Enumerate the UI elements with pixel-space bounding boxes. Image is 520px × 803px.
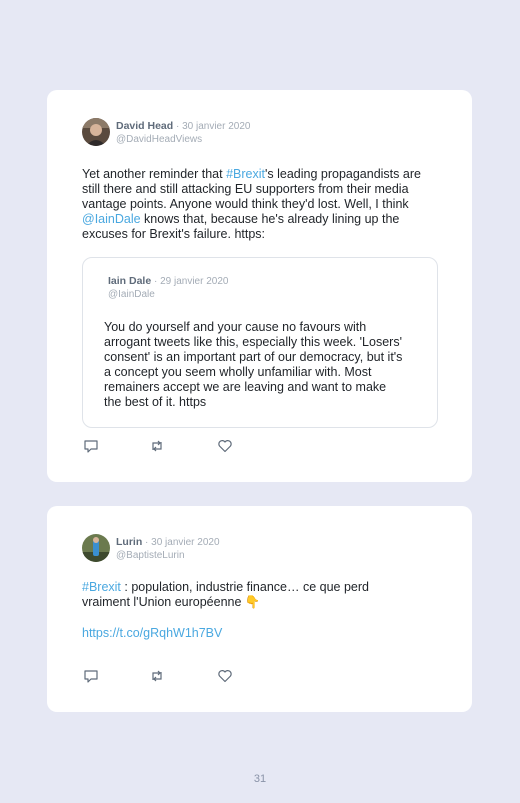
page-number: 31: [253, 773, 267, 785]
quoted-text: You do yourself and your cause no favour…: [104, 320, 403, 409]
avatar[interactable]: [82, 118, 110, 146]
retweet-icon[interactable]: [149, 438, 165, 454]
reply-icon[interactable]: [83, 438, 99, 454]
url-link[interactable]: https://t.co/gRqhW1h7BV: [82, 626, 222, 640]
author-name[interactable]: David Head: [116, 120, 173, 132]
quoted-header: Iain Dale · 29 janvier 2020 @IainDale: [108, 275, 228, 301]
hashtag-link[interactable]: #Brexit: [82, 580, 121, 594]
like-icon[interactable]: [217, 668, 233, 684]
tweet-date: · 30 janvier 2020: [175, 121, 251, 132]
tweet-actions: [83, 438, 243, 454]
tweet-actions: [83, 668, 243, 684]
hashtag-link[interactable]: #Brexit: [226, 167, 265, 181]
like-icon[interactable]: [217, 438, 233, 454]
quoted-author-name[interactable]: Iain Dale: [108, 275, 151, 287]
quoted-tweet[interactable]: Iain Dale · 29 janvier 2020 @IainDale Yo…: [82, 257, 438, 428]
quoted-date: · 29 janvier 2020: [153, 276, 229, 287]
tweet-date: · 30 janvier 2020: [145, 537, 220, 548]
author-name[interactable]: Lurin: [116, 536, 142, 548]
tweet-url: https://t.co/gRqhW1h7BV: [82, 626, 442, 641]
tweet-text: Yet another reminder that #Brexit's lead…: [82, 167, 442, 242]
author-handle[interactable]: @BaptisteLurin: [116, 549, 220, 562]
tweet-text: #Brexit : population, industrie finance……: [82, 580, 402, 610]
tweet-header: Lurin · 30 janvier 2020 @BaptisteLurin: [116, 536, 220, 562]
mention-link[interactable]: @IainDale: [82, 212, 141, 226]
tweet-card: David Head · 30 janvier 2020 @DavidHeadV…: [47, 90, 472, 482]
retweet-icon[interactable]: [149, 668, 165, 684]
quoted-author-handle[interactable]: @IainDale: [108, 288, 228, 301]
text-segment: : population, industrie finance… ce que …: [82, 580, 369, 609]
tweet-card: Lurin · 30 janvier 2020 @BaptisteLurin #…: [47, 506, 472, 712]
avatar[interactable]: [82, 534, 110, 562]
text-segment: Yet another reminder that: [82, 167, 227, 181]
tweet-header: David Head · 30 janvier 2020 @DavidHeadV…: [116, 120, 250, 146]
author-handle[interactable]: @DavidHeadViews: [116, 133, 250, 146]
reply-icon[interactable]: [83, 668, 99, 684]
